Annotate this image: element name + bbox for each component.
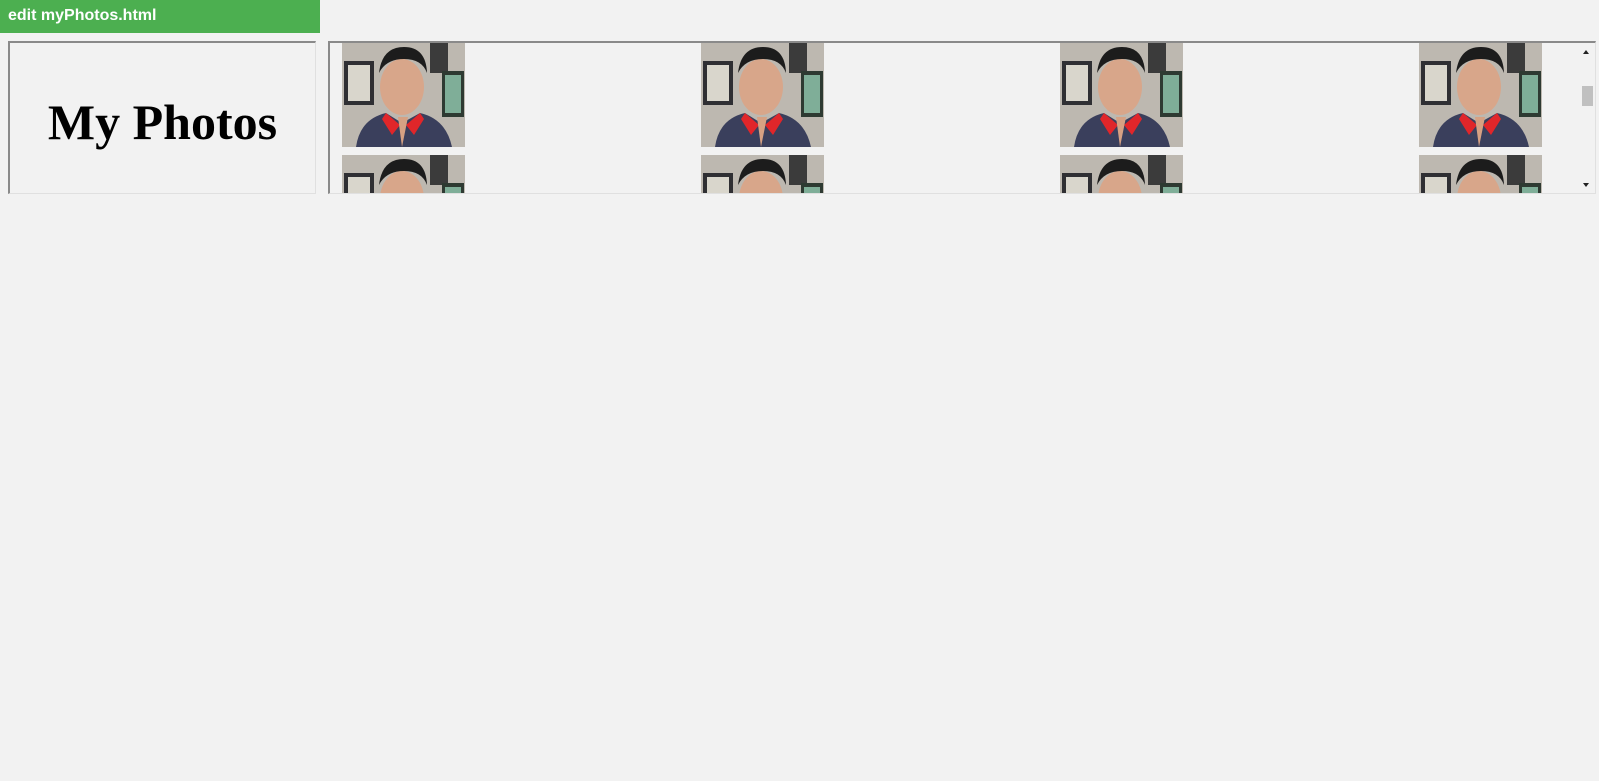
portrait-photo[interactable] — [1419, 155, 1542, 193]
portrait-photo[interactable] — [1060, 155, 1183, 193]
arrow-down-icon[interactable] — [1578, 176, 1595, 193]
portrait-photo[interactable] — [342, 155, 465, 193]
portrait-photo[interactable] — [1060, 43, 1183, 147]
portrait-photo[interactable] — [701, 155, 824, 193]
portrait-photo[interactable] — [701, 43, 824, 147]
page-title: My Photos — [47, 94, 278, 150]
portrait-photo[interactable] — [1419, 43, 1542, 147]
vertical-scrollbar[interactable] — [1578, 43, 1595, 193]
title-frame: My Photos — [8, 41, 316, 194]
gallery-frame — [328, 41, 1596, 194]
portrait-photo[interactable] — [342, 43, 465, 147]
edit-file-button[interactable]: edit myPhotos.html — [0, 0, 320, 33]
scrollbar-thumb[interactable] — [1582, 86, 1593, 106]
arrow-up-icon[interactable] — [1578, 43, 1595, 60]
